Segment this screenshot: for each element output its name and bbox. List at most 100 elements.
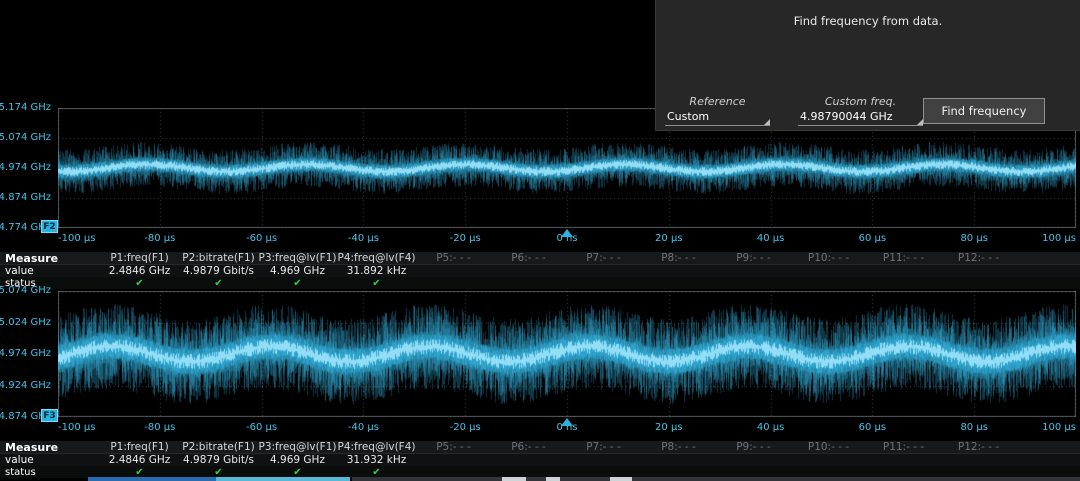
status-ok-icon: ✔ — [258, 467, 337, 478]
status-ok-icon: ✔ — [179, 467, 258, 478]
x-tick-label: 40 µs — [757, 423, 784, 433]
measure-p2-value: 4.9879 Gbit/s — [179, 454, 258, 466]
x-tick-label: 80 µs — [960, 423, 987, 433]
measure-p1-value: 2.4846 GHz — [100, 454, 179, 466]
measure-p1-value: 2.4846 GHz — [100, 265, 179, 277]
measure-p12-header[interactable]: P12:- - - — [941, 441, 1016, 453]
x-tick-label: 20 µs — [655, 234, 682, 244]
custom-freq-value: 4.98790044 GHz — [800, 110, 893, 123]
measure-table-2: Measure P1:freq(F1) P2:bitrate(F1) P3:fr… — [0, 441, 1080, 478]
status-ok-icon: ✔ — [100, 467, 179, 478]
y-tick-label: 5.174 GHz — [0, 103, 51, 113]
x-tick-label: -100 µs — [58, 234, 95, 244]
x-tick-label: -40 µs — [348, 234, 379, 244]
x-tick-label: 40 µs — [757, 234, 784, 244]
freq-axis-panel1: 5.174 GHz 5.074 GHz 4.974 GHz 4.874 GHz … — [0, 108, 54, 228]
measure-p7-header[interactable]: P7:- - - — [566, 252, 641, 264]
measure-p9-header[interactable]: P9:- - - — [716, 252, 791, 264]
waveform-panel-f3[interactable] — [58, 291, 1076, 417]
measure-p2-value: 4.9879 Gbit/s — [179, 265, 258, 277]
clipped-dialog-edge — [88, 477, 216, 481]
measure-p8-header[interactable]: P8:- - - — [641, 441, 716, 453]
measure-p5-header[interactable]: P5:- - - — [416, 441, 491, 453]
x-tick-label: -60 µs — [246, 423, 277, 433]
x-tick-label: -20 µs — [450, 234, 481, 244]
status-ok-icon: ✔ — [258, 278, 337, 289]
reference-selected-value: Custom — [667, 110, 709, 123]
trigger-position-marker[interactable] — [561, 418, 573, 426]
measure-p6-header[interactable]: P6:- - - — [491, 441, 566, 453]
y-tick-label: 5.074 GHz — [0, 133, 51, 143]
measure-p10-header[interactable]: P10:- - - — [791, 441, 866, 453]
measure-p3-header[interactable]: P3:freq@lv(F1) — [258, 441, 337, 453]
measure-p4-value: 31.932 kHz — [337, 454, 416, 466]
x-tick-label: -20 µs — [450, 423, 481, 433]
measure-p9-header[interactable]: P9:- - - — [716, 441, 791, 453]
y-tick-label: 4.874 GHz — [0, 193, 51, 203]
measure-header-row: Measure P1:freq(F1) P2:bitrate(F1) P3:fr… — [0, 252, 1080, 265]
measure-p8-header[interactable]: P8:- - - — [641, 252, 716, 264]
value-row-label: value — [0, 265, 100, 277]
measure-value-row: value 2.4846 GHz 4.9879 Gbit/s 4.969 GHz… — [0, 454, 1080, 466]
x-tick-label: 100 µs — [1042, 423, 1076, 433]
x-tick-label: -100 µs — [58, 423, 95, 433]
clipped-dialog-edge — [502, 477, 526, 481]
measure-p1-header[interactable]: P1:freq(F1) — [100, 441, 179, 453]
measure-p5-header[interactable]: P5:- - - — [416, 252, 491, 264]
trigger-position-marker[interactable] — [561, 229, 573, 237]
custom-freq-field-group: Custom freq. 4.98790044 GHz — [798, 96, 923, 126]
measure-p11-header[interactable]: P11:- - - — [866, 441, 941, 453]
clipped-dialog-edge — [546, 477, 560, 481]
measure-p11-header[interactable]: P11:- - - — [866, 252, 941, 264]
reference-select[interactable]: Custom — [665, 109, 770, 126]
dialog-message: Find frequency from data. — [656, 0, 1080, 28]
clipped-dialog-edge — [352, 477, 1080, 481]
y-tick-label: 5.074 GHz — [0, 286, 51, 296]
measure-header-row: Measure P1:freq(F1) P2:bitrate(F1) P3:fr… — [0, 441, 1080, 454]
measure-p4-value: 31.892 kHz — [337, 265, 416, 277]
find-frequency-dialog: Find frequency from data. Reference Cust… — [655, 0, 1080, 131]
x-tick-label: 60 µs — [859, 234, 886, 244]
measure-p3-header[interactable]: P3:freq@lv(F1) — [258, 252, 337, 264]
measure-p6-header[interactable]: P6:- - - — [491, 252, 566, 264]
measure-p10-header[interactable]: P10:- - - — [791, 252, 866, 264]
measure-p7-header[interactable]: P7:- - - — [566, 441, 641, 453]
measure-title: Measure — [0, 441, 100, 454]
measure-p2-header[interactable]: P2:bitrate(F1) — [179, 252, 258, 264]
status-ok-icon: ✔ — [337, 278, 416, 289]
y-tick-label: 4.974 GHz — [0, 349, 51, 359]
reference-field-group: Reference Custom — [665, 96, 770, 126]
measure-title: Measure — [0, 252, 100, 265]
y-tick-label: 4.974 GHz — [0, 163, 51, 173]
custom-freq-label: Custom freq. — [798, 96, 923, 108]
custom-freq-input[interactable]: 4.98790044 GHz — [798, 109, 923, 126]
value-row-label: value — [0, 454, 100, 466]
status-ok-icon: ✔ — [179, 278, 258, 289]
measure-p4-header[interactable]: P4:freq@lv(F4) — [337, 441, 416, 453]
y-tick-label: 5.024 GHz — [0, 318, 51, 328]
measure-p2-header[interactable]: P2:bitrate(F1) — [179, 441, 258, 453]
x-tick-label: -80 µs — [144, 423, 175, 433]
measure-p3-value: 4.969 GHz — [258, 265, 337, 277]
y-tick-label: 4.924 GHz — [0, 381, 51, 391]
trace-descriptor-badge-f3[interactable]: F3 — [41, 409, 58, 422]
measure-status-row: status ✔ ✔ ✔ ✔ — [0, 277, 1080, 289]
waveform-trace-f3[interactable] — [58, 291, 1076, 417]
x-tick-label: 60 µs — [859, 423, 886, 433]
x-tick-label: -40 µs — [348, 423, 379, 433]
clipped-dialog-edge — [216, 477, 350, 481]
freq-axis-panel2: 5.074 GHz 5.024 GHz 4.974 GHz 4.924 GHz … — [0, 291, 54, 417]
measure-value-row: value 2.4846 GHz 4.9879 Gbit/s 4.969 GHz… — [0, 265, 1080, 277]
find-frequency-button[interactable]: Find frequency — [923, 98, 1045, 124]
oscilloscope-screen: 5.174 GHz 5.074 GHz 4.974 GHz 4.874 GHz … — [0, 0, 1080, 481]
measure-p12-header[interactable]: P12:- - - — [941, 252, 1016, 264]
measure-p4-header[interactable]: P4:freq@lv(F4) — [337, 252, 416, 264]
status-row-label: status — [0, 467, 100, 478]
measure-p1-header[interactable]: P1:freq(F1) — [100, 252, 179, 264]
x-tick-label: 100 µs — [1042, 234, 1076, 244]
x-tick-label: 20 µs — [655, 423, 682, 433]
measure-p3-value: 4.969 GHz — [258, 454, 337, 466]
trace-descriptor-badge-f2[interactable]: F2 — [41, 220, 58, 233]
measure-table-1: Measure P1:freq(F1) P2:bitrate(F1) P3:fr… — [0, 252, 1080, 289]
status-ok-icon: ✔ — [100, 278, 179, 289]
